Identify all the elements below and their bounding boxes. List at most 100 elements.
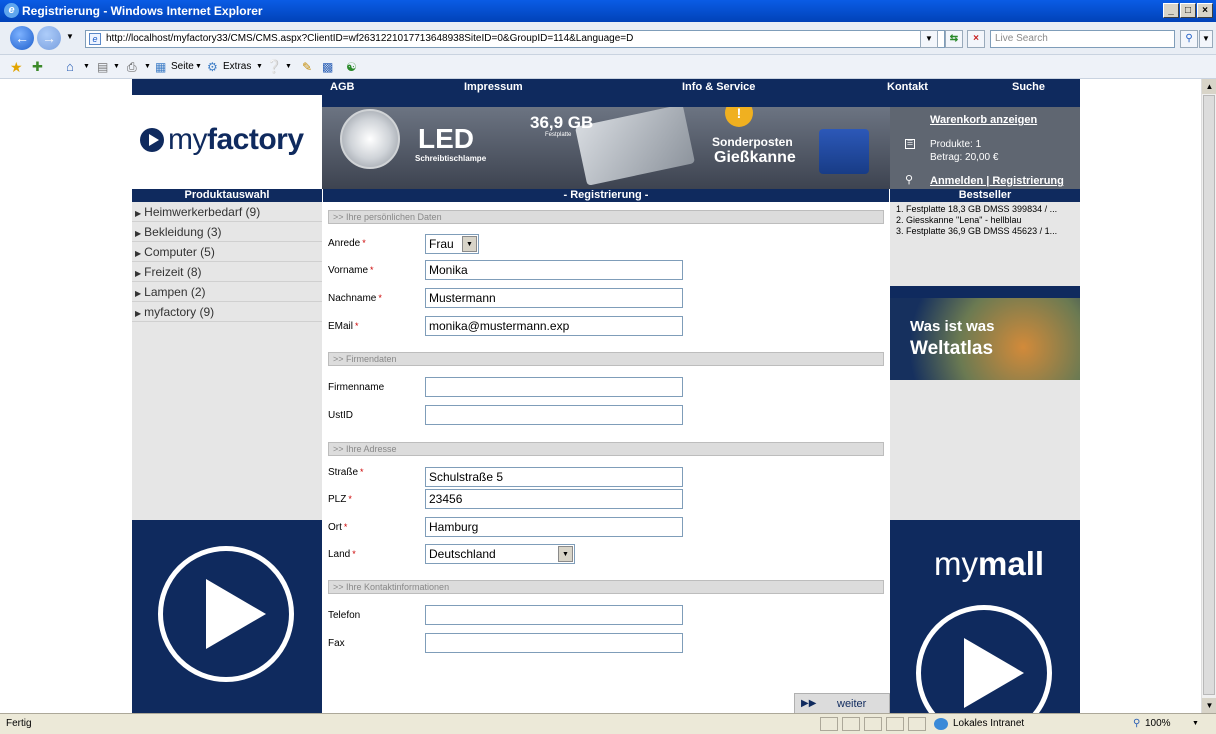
close-window-button[interactable]: × (1197, 3, 1213, 18)
nav-kontakt[interactable]: Kontakt (887, 79, 928, 95)
anrede-select[interactable]: Frau ▼ (425, 234, 479, 254)
triangle-right-icon: ▶ (135, 269, 142, 278)
required-marker: * (378, 293, 382, 303)
help-icon[interactable]: ❔ (266, 55, 282, 79)
weltatlas-ad[interactable]: Was ist was Weltatlas (890, 298, 1080, 380)
bestseller-item-2[interactable]: 2. Giesskanne "Lena" - hellblau (896, 215, 1021, 225)
required-marker: * (352, 549, 356, 559)
weiter-label: weiter (837, 698, 867, 710)
fax-input[interactable] (425, 633, 683, 653)
search-options-icon[interactable]: ▼ (1199, 30, 1213, 48)
scroll-up-icon[interactable]: ▲ (1202, 79, 1216, 94)
search-input[interactable]: Live Search (990, 30, 1175, 48)
scroll-down-icon[interactable]: ▼ (1202, 698, 1216, 713)
back-button[interactable]: ← (10, 26, 34, 50)
help-dropdown-icon[interactable]: ▼ (285, 55, 292, 79)
command-bar: ★ ✚ ⌂ ▼ ▤ ▼ ⎙ ▼ ▦ Seite ▼ ⚙ Extras ▼ ❔ ▼… (0, 55, 1216, 79)
label-nachname: Nachname * (328, 293, 382, 304)
stop-icon[interactable]: × (967, 30, 985, 48)
research-icon[interactable]: ✎ (302, 55, 312, 79)
ort-input[interactable]: Hamburg (425, 517, 683, 537)
nav-agb[interactable]: AGB (330, 79, 354, 95)
tools-menu[interactable]: Extras (223, 55, 251, 79)
play-promo-left[interactable] (132, 520, 322, 713)
category-bekleidung[interactable]: ▶ Bekleidung (3) (132, 222, 322, 242)
category-computer[interactable]: ▶ Computer (5) (132, 242, 322, 262)
refresh-icon[interactable]: ⇆ (945, 30, 963, 48)
scroll-thumb[interactable] (1203, 95, 1215, 695)
cart-box: Warenkorb anzeigen ☰ Produkte: 1 Betrag:… (890, 107, 1080, 189)
address-dropdown-icon[interactable]: ▼ (920, 30, 938, 48)
telefon-input[interactable] (425, 605, 683, 625)
label-fax: Fax (328, 638, 345, 649)
status-cell (864, 717, 882, 731)
zoom-dropdown-icon[interactable]: ▼ (1192, 714, 1199, 734)
print-icon[interactable]: ⎙ (127, 55, 137, 79)
shop-page: AGB Impressum Info & Service Kontakt Suc… (132, 79, 1080, 713)
security-zone[interactable]: Lokales Intranet (953, 714, 1024, 734)
plz-input[interactable]: 23456 (425, 489, 683, 509)
tools-dropdown-icon[interactable]: ▼ (256, 55, 263, 79)
play-logo-icon (140, 128, 164, 152)
category-freizeit[interactable]: ▶ Freizeit (8) (132, 262, 322, 282)
promo-banner[interactable]: LED Schreibtischlampe 36,9 GB Festplatte… (322, 107, 890, 189)
category-myfactory[interactable]: ▶ myfactory (9) (132, 302, 322, 322)
vorname-input[interactable]: Monika (425, 260, 683, 280)
bestseller-item-3[interactable]: 3. Festplatte 36,9 GB DMSS 45623 / 1... (896, 226, 1057, 236)
weiter-button[interactable]: ▶▶ weiter (794, 693, 890, 713)
status-bar: Fertig Lokales Intranet ⚲ 100% ▼ (0, 713, 1216, 733)
label-text: Vorname (328, 265, 369, 276)
search-icon[interactable]: ⚲ (1180, 30, 1198, 48)
nav-impressum[interactable]: Impressum (464, 79, 523, 95)
show-cart-link[interactable]: Warenkorb anzeigen (930, 114, 1037, 126)
category-lampen[interactable]: ▶ Lampen (2) (132, 282, 322, 302)
category-heimwerkerbedarf[interactable]: ▶ Heimwerkerbedarf (9) (132, 202, 322, 222)
login-register-link[interactable]: Anmelden | Registrierung (930, 175, 1064, 187)
nachname-input[interactable]: Mustermann (425, 288, 683, 308)
email-input[interactable]: monika@mustermann.exp (425, 316, 683, 336)
maximize-button[interactable]: □ (1180, 3, 1196, 18)
favorites-star-icon[interactable]: ★ (10, 55, 23, 79)
feeds-dropdown-icon[interactable]: ▼ (113, 55, 120, 79)
top-navigation: AGB Impressum Info & Service Kontakt Suc… (132, 79, 1080, 95)
page-menu-dropdown-icon[interactable]: ▼ (195, 55, 202, 79)
label-text: Straße (328, 467, 359, 478)
history-dropdown-icon[interactable]: ▼ (66, 32, 74, 41)
strasse-input[interactable]: Schulstraße 5 (425, 467, 683, 487)
page-menu[interactable]: Seite (171, 55, 194, 79)
feeds-icon[interactable]: ▤ (97, 55, 108, 79)
print-dropdown-icon[interactable]: ▼ (144, 55, 151, 79)
ustid-input[interactable] (425, 405, 683, 425)
mymall-promo[interactable]: mymall (890, 520, 1080, 713)
play-circle-icon (158, 546, 294, 682)
vertical-scrollbar[interactable]: ▲ ▼ (1201, 79, 1216, 713)
nav-info-service[interactable]: Info & Service (682, 79, 755, 95)
firmenname-input[interactable] (425, 377, 683, 397)
nav-suche[interactable]: Suche (1012, 79, 1045, 95)
zoom-level[interactable]: 100% (1145, 714, 1171, 734)
category-sidebar: ▶ Heimwerkerbedarf (9) ▶ Bekleidung (3) ▶ C… (132, 202, 322, 520)
tools-gear-icon: ⚙ (207, 60, 218, 74)
registration-form: >> Ihre persönlichen Daten Anrede * Frau ▼… (322, 202, 890, 713)
status-text: Fertig (6, 718, 32, 729)
minimize-button[interactable]: _ (1163, 3, 1179, 18)
banner-sale-line1: Sonderposten (712, 135, 793, 149)
label-text: Ort (328, 522, 342, 533)
add-favorites-icon[interactable]: ✚ (32, 55, 43, 79)
messenger-icon[interactable]: ▩ (322, 55, 333, 79)
mymall-text-light: my (934, 545, 978, 582)
address-input[interactable]: e http://localhost/myfactory33/CMS/CMS.a… (85, 30, 945, 48)
logo-text-bold: factory (207, 123, 304, 156)
bestseller-item-1[interactable]: 1. Festplatte 18,3 GB DMSS 399834 / ... (896, 204, 1057, 214)
forward-button[interactable]: → (37, 26, 61, 50)
required-marker: * (343, 522, 348, 532)
label-text: PLZ (328, 494, 347, 505)
page-icon: e (89, 33, 101, 45)
home-icon[interactable]: ⌂ (66, 55, 74, 79)
translate-icon[interactable]: ☯ (346, 55, 357, 79)
land-select[interactable]: Deutschland ▼ (425, 544, 575, 564)
myfactory-logo[interactable]: myfactory (132, 95, 322, 189)
logo-text-light: my (168, 123, 208, 156)
bestseller-sidebar: 1. Festplatte 18,3 GB DMSS 399834 / ... … (890, 202, 1080, 713)
home-dropdown-icon[interactable]: ▼ (83, 55, 90, 79)
